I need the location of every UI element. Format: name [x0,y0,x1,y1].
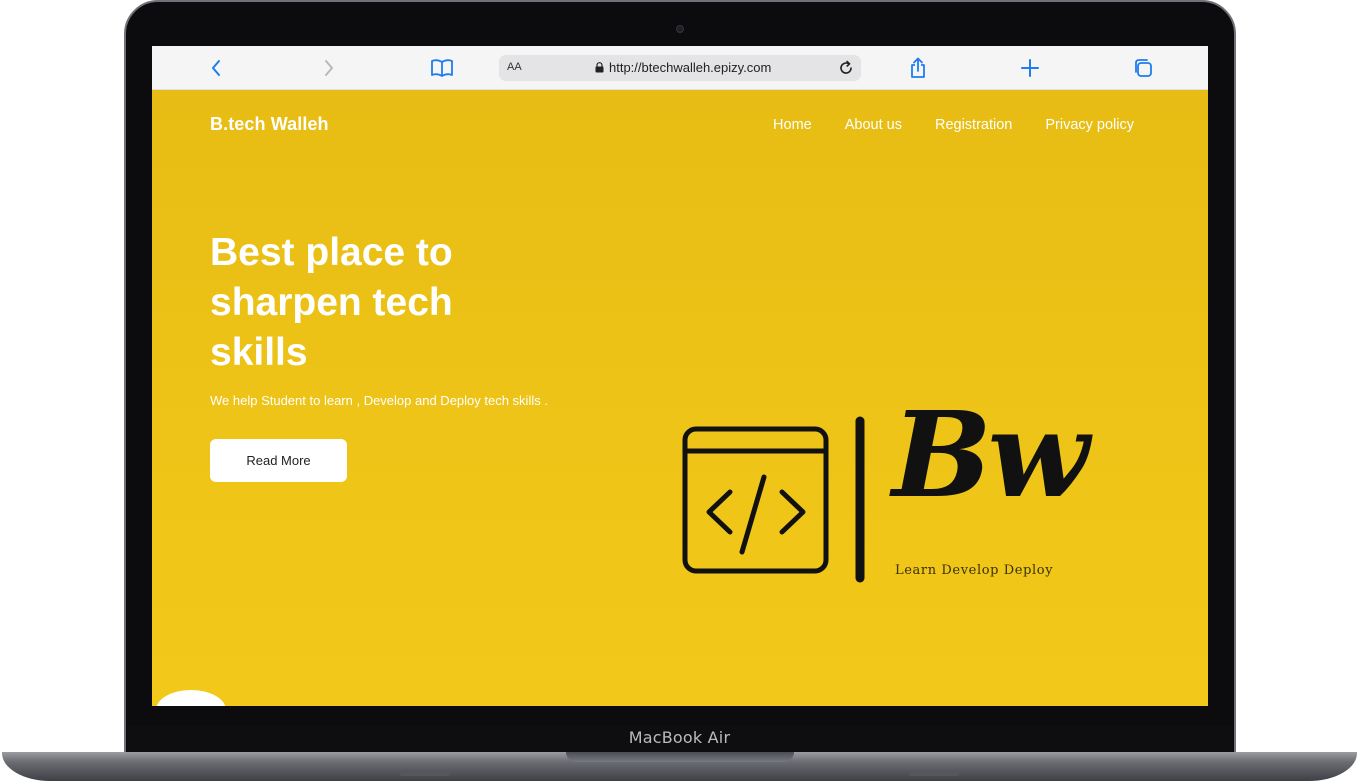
hero-subtitle: We help Student to learn , Develop and D… [210,393,548,408]
browser-toolbar: AA http://btechwalleh.epizy.com [152,46,1208,90]
nav-item-registration[interactable]: Registration [935,117,1012,133]
back-icon[interactable] [202,54,230,82]
floating-widget[interactable] [156,690,226,706]
reload-icon[interactable] [837,59,855,77]
code-window-icon [682,416,865,583]
laptop-notch [566,752,794,762]
browser-screen: AA http://btechwalleh.epizy.com B.tech W… [152,46,1208,706]
laptop-foot [400,772,450,776]
nav-item-privacy-policy[interactable]: Privacy policy [1045,117,1134,133]
url-text: http://btechwalleh.epizy.com [609,60,772,75]
site-logo[interactable]: B.tech Walleh [210,114,329,135]
address-bar[interactable]: AA http://btechwalleh.epizy.com [499,55,861,81]
share-icon[interactable] [904,54,932,82]
website-page: B.tech Walleh Home About us Registration… [152,90,1208,706]
camera-icon [676,25,684,33]
forward-icon[interactable] [315,54,343,82]
read-more-button[interactable]: Read More [210,439,347,482]
laptop-foot [909,772,959,776]
tabs-icon[interactable] [1129,54,1157,82]
nav-item-about-us[interactable]: About us [845,117,902,133]
lock-icon [595,62,604,73]
url-display[interactable]: http://btechwalleh.epizy.com [595,60,771,75]
brand-tagline: Learn Develop Deploy [895,563,1054,578]
text-size-button[interactable]: AA [507,61,522,73]
device-label: MacBook Air [628,728,731,747]
bookmarks-icon[interactable] [428,54,456,82]
brand-monogram: Bw [892,385,1089,524]
nav-item-home[interactable]: Home [773,117,812,133]
main-nav: Home About us Registration Privacy polic… [773,117,1134,133]
hero-title: Best place to sharpen tech skills [210,231,453,374]
new-tab-icon[interactable] [1016,54,1044,82]
